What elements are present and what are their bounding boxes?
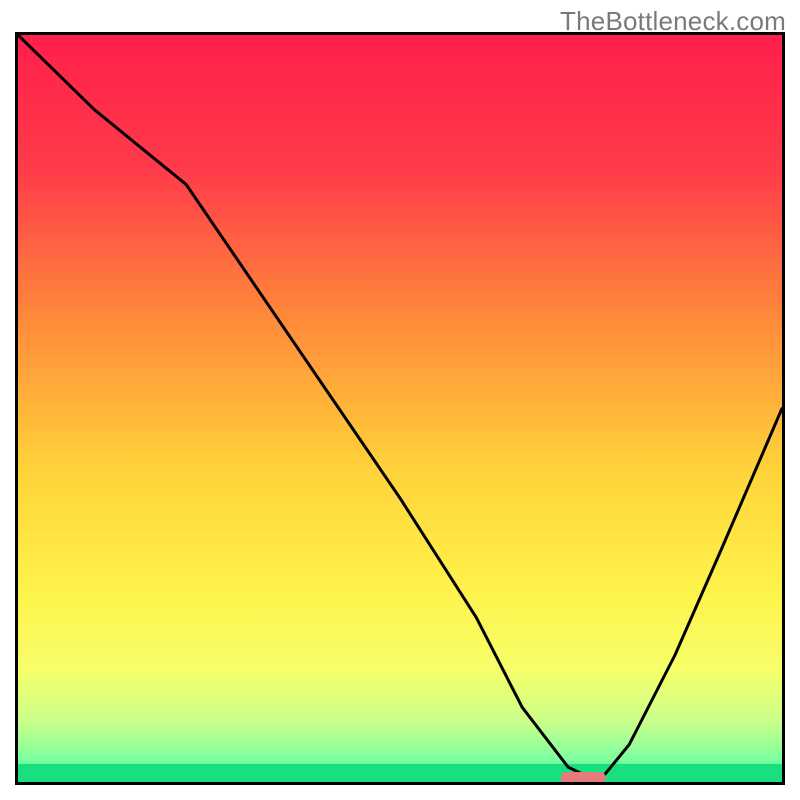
plot-frame xyxy=(15,32,785,785)
chart-canvas: TheBottleneck.com xyxy=(0,0,800,800)
optimum-marker xyxy=(561,772,605,784)
bottleneck-curve xyxy=(18,35,782,782)
